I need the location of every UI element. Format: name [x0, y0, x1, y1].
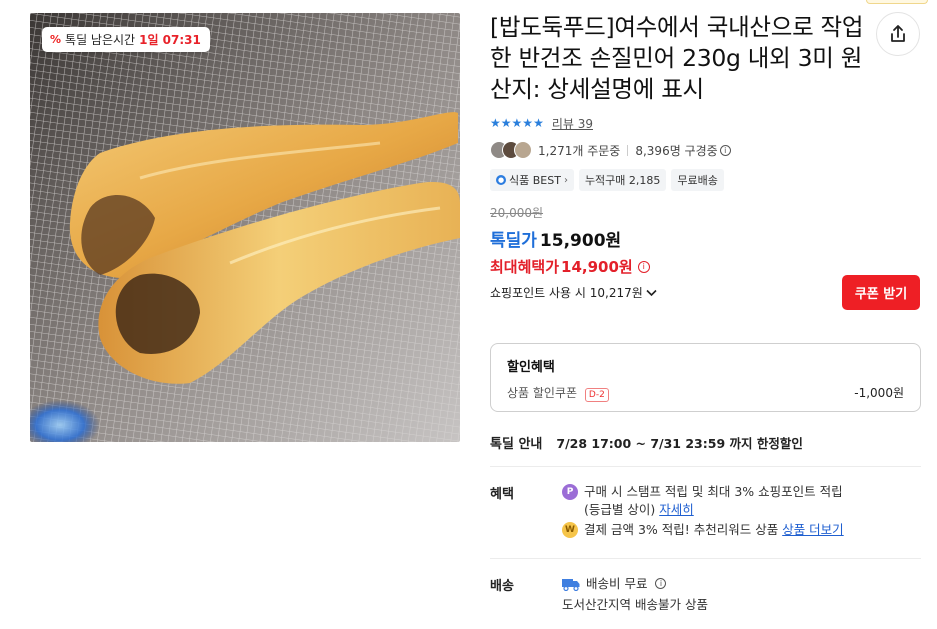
shipping-note: 도서산간지역 배송불가 상품	[562, 597, 708, 612]
d-day-tag: D-2	[584, 388, 609, 402]
divider	[490, 466, 921, 467]
avatar	[514, 141, 532, 159]
benefit-subtext: (등급별 상이)	[584, 502, 656, 517]
buyer-avatars	[490, 141, 532, 159]
badge-label: 무료배송	[677, 174, 718, 187]
benefit-text: 결제 금액 3% 적립! 추천리워드 상품	[584, 522, 779, 537]
share-tooltip-edge	[866, 0, 928, 4]
shipping-fee: 배송비 무료	[586, 576, 648, 591]
benefits-label: 혜택	[490, 487, 514, 502]
badge-label: 누적구매 2,185	[584, 174, 661, 187]
coupon-button[interactable]: 쿠폰 받기	[842, 275, 920, 310]
chevron-down-icon	[646, 289, 657, 296]
coin-icon: W	[562, 522, 578, 538]
viewers-count: 8,396명 구경중	[635, 143, 718, 158]
max-benefit-label: 최대혜택가	[490, 258, 560, 276]
orders-count: 1,271개 주문중	[538, 143, 621, 158]
deal-info-value: 7/28 17:00 ~ 7/31 23:59 까지 한정할인	[556, 436, 803, 451]
badge-label: 식품 BEST	[509, 174, 561, 187]
deal-timer-badge: % 톡딜 남은시간 1일 07:31	[42, 27, 210, 52]
badge-icon: ●	[496, 175, 506, 185]
star-icon: ★	[490, 116, 501, 130]
timer-remaining: 1일 07:31	[139, 33, 201, 47]
star-icon: ★	[500, 116, 512, 130]
benefit-item-reward: W 결제 금액 3% 적립! 추천리워드 상품 상품 더보기	[562, 521, 921, 539]
coupon-label: 상품 할인쿠폰	[507, 386, 578, 400]
shipping-fee-line: 배송비 무료 i	[562, 575, 921, 593]
max-benefit-row: 최대혜택가 14,900원 i	[490, 256, 922, 277]
truck-icon	[562, 579, 580, 591]
timer-label: 톡딜 남은시간	[65, 33, 136, 47]
badge-food-best[interactable]: ● 식품 BEST ›	[490, 169, 574, 191]
deal-info-row: 톡딜 안내 7/28 17:00 ~ 7/31 23:59 까지 한정할인	[490, 433, 803, 452]
info-icon[interactable]: i	[655, 578, 667, 589]
benefit-item-stamp: P 구매 시 스탬프 적립 및 최대 3% 쇼핑포인트 적립 (등급별 상이) …	[562, 483, 921, 519]
info-icon[interactable]: i	[719, 144, 731, 156]
max-benefit-price: 14,900원	[561, 258, 633, 276]
percent-icon: %	[50, 33, 62, 46]
deal-price: 15,900원	[539, 231, 622, 251]
info-icon[interactable]: i	[637, 260, 650, 273]
point-icon: P	[562, 484, 578, 500]
original-price: 20,000원	[490, 206, 544, 220]
discount-benefit-box: 할인혜택 상품 할인쿠폰 D-2 -1,000원	[490, 343, 921, 412]
divider	[627, 144, 629, 156]
deal-price-label: 톡딜가	[490, 231, 537, 251]
divider	[490, 558, 921, 559]
chevron-right-icon: ›	[563, 174, 568, 186]
details-link[interactable]: 자세히	[659, 502, 694, 517]
benefit-text: 구매 시 스탬프 적립 및 최대 3% 쇼핑포인트 적립	[584, 484, 843, 499]
points-label: 쇼핑포인트 사용 시 10,217원	[490, 286, 643, 300]
benefits-row: 혜택 P 구매 시 스탬프 적립 및 최대 3% 쇼핑포인트 적립 (등급별 상…	[490, 483, 921, 539]
deal-price-row: 톡딜가 15,900원	[490, 226, 922, 251]
benefit-box-title: 할인혜택	[507, 360, 555, 375]
badge-free-shipping: 무료배송	[671, 169, 724, 191]
coupon-line: 상품 할인쿠폰 D-2 -1,000원	[507, 384, 904, 402]
star-icon: ★	[533, 116, 544, 130]
order-stats: 1,271개 주문중 8,396명 구경중 i	[490, 140, 922, 160]
product-info: [밥도둑푸드]여수에서 국내산으로 작업한 반건조 손질민어 230g 내외 3…	[490, 12, 922, 301]
more-products-link[interactable]: 상품 더보기	[782, 522, 843, 537]
badge-cumulative-purchase: 누적구매 2,185	[578, 169, 667, 191]
star-icon: ★	[522, 116, 534, 130]
shipping-label: 배송	[490, 579, 514, 594]
review-row: ★ ★ ★ ★ ★ 리뷰 39	[490, 115, 922, 131]
rating-stars: ★ ★ ★ ★ ★	[490, 117, 544, 129]
product-title: [밥도둑푸드]여수에서 국내산으로 작업한 반건조 손질민어 230g 내외 3…	[490, 13, 864, 103]
product-badges: ● 식품 BEST › 누적구매 2,185 무료배송	[490, 169, 922, 191]
coupon-amount: -1,000원	[854, 386, 904, 400]
shipping-row: 배송 배송비 무료 i 도서산간지역 배송불가 상품	[490, 575, 921, 614]
product-image[interactable]: % 톡딜 남은시간 1일 07:31	[30, 13, 460, 442]
deal-info-label: 톡딜 안내	[490, 437, 543, 452]
star-icon: ★	[511, 116, 523, 130]
review-link[interactable]: 리뷰 39	[552, 115, 593, 132]
